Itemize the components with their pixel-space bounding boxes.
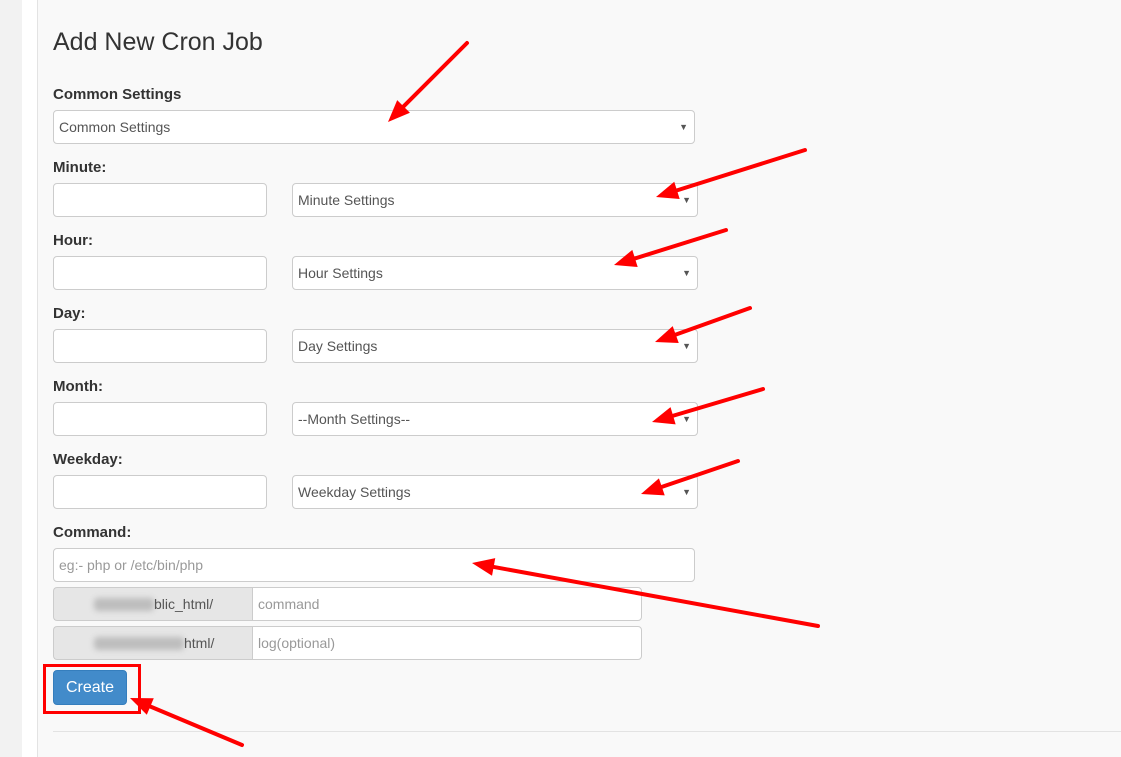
path-prefix-text: blic_html/ [154, 596, 214, 612]
hour-input[interactable] [53, 256, 267, 290]
chevron-down-icon: ▼ [682, 487, 691, 497]
command-placeholder: eg:- php or /etc/bin/php [59, 557, 203, 573]
log-path-placeholder: log(optional) [258, 635, 336, 651]
minute-label: Minute: [53, 159, 107, 176]
common-settings-select[interactable]: Common Settings ▼ [53, 110, 695, 144]
sidebar-edge [22, 0, 38, 757]
redacted-path [94, 637, 184, 650]
highlight-box [43, 664, 141, 714]
month-label: Month: [53, 378, 103, 395]
weekday-settings-value: Weekday Settings [298, 484, 411, 500]
log-prefix-text: html/ [184, 635, 215, 651]
arrow-hour-shaft [632, 228, 728, 261]
command-path-input[interactable]: command [252, 587, 642, 621]
minute-settings-select[interactable]: Minute Settings ▼ [292, 183, 698, 217]
chevron-down-icon: ▼ [679, 122, 688, 132]
day-input[interactable] [53, 329, 267, 363]
hour-settings-select[interactable]: Hour Settings ▼ [292, 256, 698, 290]
day-settings-select[interactable]: Day Settings ▼ [292, 329, 698, 363]
chevron-down-icon: ▼ [682, 268, 691, 278]
month-settings-value: --Month Settings-- [298, 411, 411, 427]
hour-label: Hour: [53, 232, 93, 249]
log-path-input[interactable]: log(optional) [252, 626, 642, 660]
minute-input[interactable] [53, 183, 267, 217]
command-label: Command: [53, 524, 132, 541]
path-prefix-addon: blic_html/ [53, 587, 253, 621]
command-path-placeholder: command [258, 596, 320, 612]
log-prefix-addon: html/ [53, 626, 253, 660]
hour-settings-value: Hour Settings [298, 265, 383, 281]
arrow-create-shaft [148, 704, 244, 747]
divider [53, 731, 1121, 732]
common-settings-label: Common Settings [53, 86, 182, 103]
arrow-common-shaft [401, 41, 469, 109]
chevron-down-icon: ▼ [682, 414, 691, 424]
day-label: Day: [53, 305, 86, 322]
common-settings-value: Common Settings [59, 119, 171, 135]
chevron-down-icon: ▼ [682, 341, 691, 351]
chevron-down-icon: ▼ [682, 195, 691, 205]
day-settings-value: Day Settings [298, 338, 378, 354]
minute-settings-value: Minute Settings [298, 192, 395, 208]
redacted-path [94, 598, 154, 611]
weekday-settings-select[interactable]: Weekday Settings ▼ [292, 475, 698, 509]
weekday-input[interactable] [53, 475, 267, 509]
command-input[interactable]: eg:- php or /etc/bin/php [53, 548, 695, 582]
weekday-label: Weekday: [53, 451, 123, 468]
page-title: Add New Cron Job [53, 28, 263, 56]
month-settings-select[interactable]: --Month Settings-- ▼ [292, 402, 698, 436]
left-gutter [0, 0, 22, 757]
month-input[interactable] [53, 402, 267, 436]
